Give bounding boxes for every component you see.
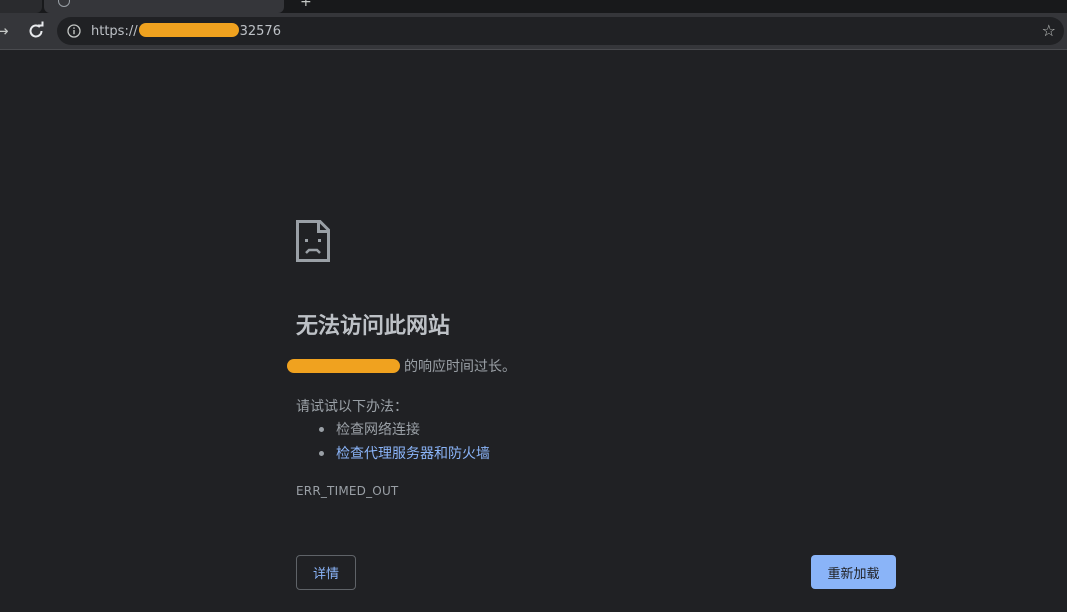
- tab-active[interactable]: [44, 0, 284, 13]
- url-text[interactable]: https:// 32576: [91, 23, 281, 39]
- url-prefix: https://: [91, 24, 138, 39]
- bookmark-star-icon[interactable]: ☆: [1042, 21, 1056, 40]
- reload-button[interactable]: 重新加载: [811, 555, 896, 589]
- sad-page-icon: [296, 220, 330, 262]
- info-icon[interactable]: [67, 24, 81, 38]
- error-summary: 的响应时间过长。: [287, 356, 516, 376]
- forward-icon[interactable]: →: [0, 22, 9, 40]
- page-title: 无法访问此网站: [296, 314, 451, 339]
- suggestions-title: 请试试以下办法：: [296, 399, 408, 415]
- suggestions-list: 检查网络连接 检查代理服务器和防火墙: [318, 420, 490, 468]
- redacted-hostname: [287, 359, 400, 373]
- globe-icon: [58, 0, 70, 7]
- error-page-content: 无法访问此网站 的响应时间过长。 请试试以下办法： 检查网络连接 检查代理服务器…: [287, 0, 896, 612]
- summary-text: 的响应时间过长。: [404, 359, 516, 375]
- suggestion-check-network: 检查网络连接: [318, 420, 490, 444]
- error-code: ERR_TIMED_OUT: [296, 484, 399, 498]
- reload-icon[interactable]: [26, 21, 46, 41]
- url-suffix: 32576: [239, 24, 281, 39]
- suggestion-check-proxy-link[interactable]: 检查代理服务器和防火墙: [318, 444, 490, 468]
- details-button[interactable]: 详情: [296, 555, 356, 590]
- tab-previous[interactable]: [0, 0, 42, 13]
- redacted-host: [138, 23, 239, 37]
